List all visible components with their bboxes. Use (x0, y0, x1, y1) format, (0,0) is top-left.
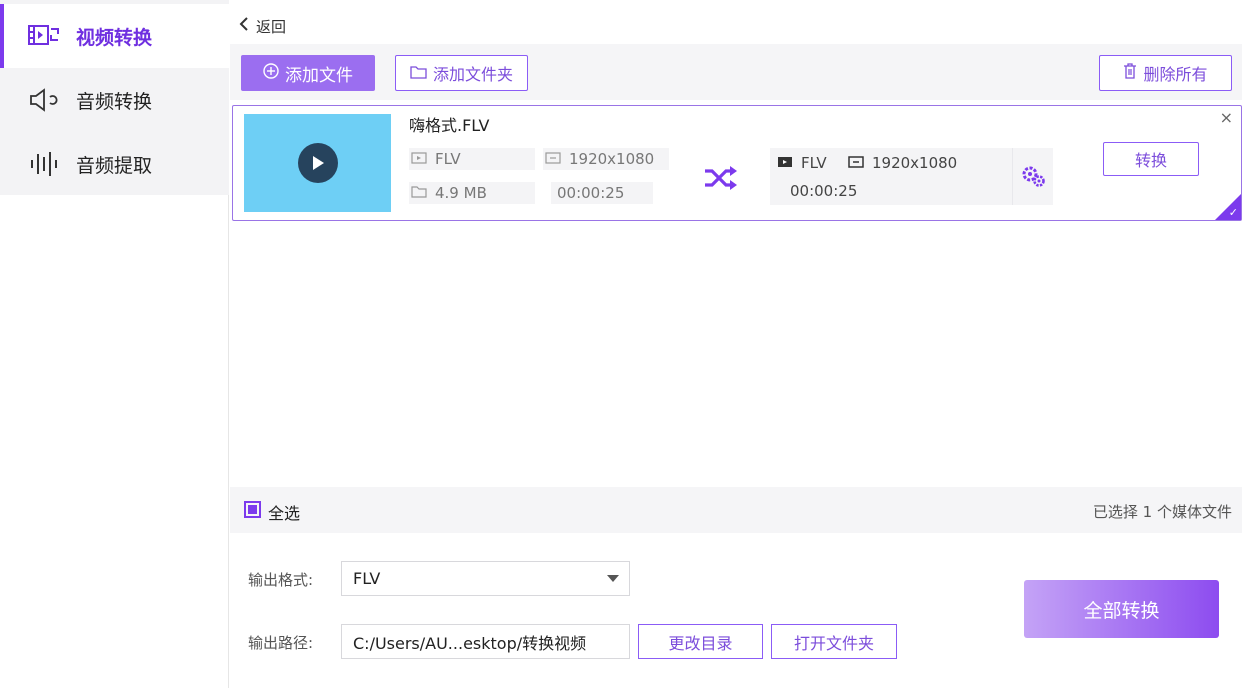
select-all-checkbox[interactable] (244, 501, 261, 518)
trash-icon (1123, 63, 1137, 83)
source-duration-value: 00:00:25 (557, 184, 625, 202)
source-format-value: FLV (435, 150, 461, 168)
play-icon[interactable] (297, 143, 338, 183)
video-thumbnail[interactable] (244, 114, 391, 212)
sidebar-item-label: 音频转换 (76, 90, 153, 113)
speaker-icon (28, 86, 62, 114)
output-format-select-value: FLV (353, 569, 381, 588)
source-size: 4.9 MB (409, 182, 535, 204)
sidebar-item-audio-extract[interactable]: 音频提取 (0, 132, 229, 196)
change-directory-button[interactable]: 更改目录 (638, 624, 763, 659)
resolution-icon (848, 154, 864, 172)
check-icon: ✓ (1228, 206, 1238, 219)
output-path-value: C:/Users/AU...esktop/转换视频 (353, 633, 587, 653)
sidebar-item-label: 音频提取 (76, 154, 153, 177)
source-resolution-value: 1920x1080 (569, 150, 655, 168)
delete-all-label: 删除所有 (1143, 65, 1208, 84)
select-all-label: 全选 (268, 504, 301, 523)
source-format: FLV (409, 148, 535, 170)
sidebar-item-audio-convert[interactable]: 音频转换 (0, 68, 229, 132)
add-folder-button[interactable]: 添加文件夹 (395, 55, 528, 91)
add-folder-label: 添加文件夹 (432, 65, 513, 84)
resolution-icon (545, 150, 561, 168)
output-duration-value: 00:00:25 (790, 182, 858, 200)
file-name: 嗨格式.FLV (409, 116, 490, 135)
sidebar-item-video-convert[interactable]: 视频转换 (0, 4, 229, 68)
select-bar: 全选 已选择 1 个媒体文件 (230, 487, 1242, 533)
source-size-value: 4.9 MB (435, 184, 487, 202)
output-format-value: FLV (801, 154, 827, 172)
shuffle-icon (703, 164, 739, 196)
chevron-left-icon (238, 16, 250, 36)
waveform-icon (28, 150, 62, 178)
output-info: FLV 1920x1080 00:00:25 (770, 148, 1053, 205)
checkbox-fill (248, 505, 257, 514)
source-duration: 00:00:25 (551, 182, 653, 204)
output-format: FLV (777, 154, 827, 172)
back-button[interactable]: 返回 (238, 12, 286, 40)
video-file-icon (777, 154, 793, 172)
output-format-select[interactable]: FLV (341, 561, 630, 596)
open-folder-button[interactable]: 打开文件夹 (771, 624, 897, 659)
folder-small-icon (411, 184, 427, 202)
output-path-field[interactable]: C:/Users/AU...esktop/转换视频 (341, 624, 630, 659)
settings-gear-icon[interactable] (1012, 148, 1054, 205)
output-format-label: 输出格式: (248, 571, 314, 589)
sidebar-item-label: 视频转换 (76, 26, 153, 49)
main-panel: 返回 添加文件 添加文件夹 删除所有 嗨格式.FLV FLV 1920x1080… (230, 0, 1242, 688)
plus-circle-icon (263, 62, 279, 84)
toolbar: 添加文件 添加文件夹 删除所有 (230, 44, 1242, 100)
output-path-label: 输出路径: (248, 634, 314, 652)
chevron-down-icon (607, 575, 619, 582)
output-resolution-value: 1920x1080 (872, 154, 958, 172)
add-file-button[interactable]: 添加文件 (241, 55, 375, 91)
add-file-label: 添加文件 (285, 65, 353, 86)
source-resolution: 1920x1080 (543, 148, 669, 170)
convert-all-button[interactable]: 全部转换 (1024, 580, 1219, 638)
selected-count: 已选择 1 个媒体文件 (1092, 503, 1232, 521)
video-convert-icon (28, 22, 62, 50)
folder-icon (410, 64, 427, 83)
convert-button[interactable]: 转换 (1103, 142, 1199, 176)
sidebar: 视频转换 音频转换 音频提取 (0, 0, 229, 688)
video-file-icon (411, 150, 427, 168)
close-icon[interactable]: × (1220, 108, 1233, 127)
output-resolution: 1920x1080 (848, 154, 957, 172)
file-card[interactable]: 嗨格式.FLV FLV 1920x1080 4.9 MB 00:00:25 FL… (232, 105, 1242, 221)
delete-all-button[interactable]: 删除所有 (1099, 55, 1232, 91)
back-label: 返回 (256, 17, 287, 36)
